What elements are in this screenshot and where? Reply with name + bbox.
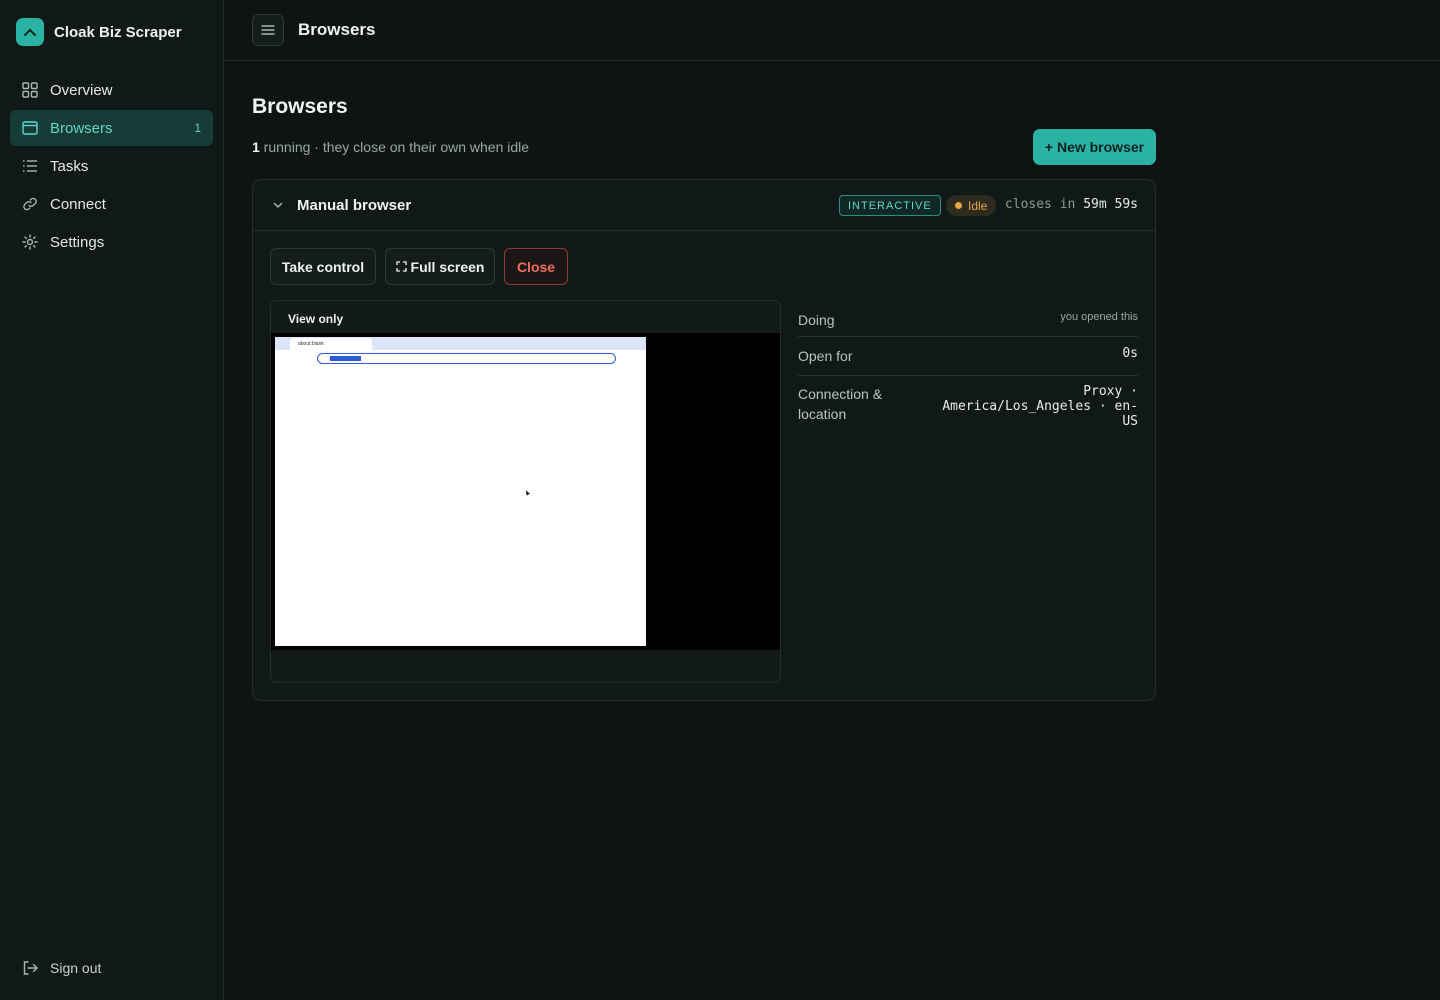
gear-icon [22, 234, 38, 250]
detail-row-open-for: Open for 0s [798, 337, 1138, 376]
browser-window-icon [22, 120, 38, 136]
detail-value: you opened this [1060, 311, 1138, 323]
brand[interactable]: Cloak Biz Scraper [16, 18, 182, 46]
browser-details: Doing you opened this Open for 0s Connec… [798, 300, 1138, 429]
sign-out-label: Sign out [50, 960, 102, 976]
topbar-title: Browsers [298, 20, 376, 39]
browser-viewer: View only about:blank [270, 300, 781, 683]
closes-prefix: closes in [1004, 197, 1076, 212]
list-icon [22, 158, 38, 174]
menu-toggle-button[interactable] [252, 14, 284, 46]
full-screen-button[interactable]: Full screen [385, 248, 495, 285]
logo-icon [16, 18, 44, 46]
sidebar-item-label: Tasks [50, 157, 89, 175]
close-browser-button[interactable]: Close [504, 248, 568, 285]
link-icon [22, 196, 38, 212]
sidebar: Cloak Biz Scraper Overview Browsers 1 Ta… [0, 0, 224, 1000]
detail-value: Proxy · America/Los_Angeles · en-US [942, 384, 1138, 429]
sidebar-item-label: Browsers [50, 119, 113, 137]
app-name: Cloak Biz Scraper [54, 23, 182, 41]
detail-label: Connection & location [798, 386, 883, 422]
page-subtitle: 1 running · they close on their own when… [252, 139, 529, 155]
screenshot-tab: about:blank [290, 338, 372, 350]
browser-screenshot: about:blank [275, 337, 646, 646]
screenshot-url-bar [317, 353, 616, 364]
subtitle-text: running · they close on their own when i… [259, 139, 530, 155]
live-screen: about:blank [271, 333, 780, 650]
sidebar-item-label: Connect [50, 195, 106, 213]
browser-card-header[interactable]: Manual browser INTERACTIVE Idle closes i… [253, 180, 1155, 231]
status-badge: Idle [946, 195, 997, 216]
sidebar-item-overview[interactable]: Overview [10, 72, 213, 108]
closes-value: 59m 59s [1083, 197, 1138, 212]
closes-timer: closes in 59m 59s [1005, 197, 1138, 212]
running-count: 1 [252, 139, 260, 155]
status-text: Idle [968, 198, 988, 213]
sidebar-item-tasks[interactable]: Tasks [10, 148, 213, 184]
sidebar-item-label: Settings [50, 233, 105, 251]
grid-icon [22, 82, 38, 98]
sign-out-icon [22, 960, 38, 976]
detail-label: Doing [798, 312, 835, 328]
chevron-down-icon[interactable] [271, 198, 285, 212]
view-only-label: View only [288, 312, 344, 326]
detail-row-connection: Connection & location Proxy · America/Lo… [798, 376, 1138, 429]
new-browser-button[interactable]: + New browser [1033, 129, 1156, 165]
topbar: Browsers [224, 0, 1440, 61]
sidebar-item-connect[interactable]: Connect [10, 186, 213, 222]
detail-value: 0s [1122, 346, 1138, 361]
sign-out-button[interactable]: Sign out [22, 960, 101, 976]
page-title: Browsers [252, 95, 348, 118]
screenshot-url-highlight [330, 356, 361, 361]
sidebar-item-label: Overview [50, 81, 113, 99]
detail-row-doing: Doing you opened this [798, 300, 1138, 337]
sidebar-nav: Overview Browsers 1 Tasks Connect Settin… [10, 72, 213, 262]
browser-name: Manual browser [297, 197, 412, 214]
mode-badge: INTERACTIVE [839, 195, 941, 216]
screenshot-tab-strip: about:blank [275, 337, 646, 350]
sidebar-item-settings[interactable]: Settings [10, 224, 213, 260]
count-badge: 1 [194, 121, 201, 135]
hamburger-icon [261, 25, 275, 35]
detail-label: Open for [798, 348, 853, 364]
status-dot-icon [955, 202, 962, 209]
mouse-cursor-icon [524, 489, 530, 496]
fullscreen-icon [395, 261, 407, 272]
sidebar-item-browsers[interactable]: Browsers 1 [10, 110, 213, 146]
take-control-button[interactable]: Take control [270, 248, 376, 285]
full-screen-label: Full screen [410, 258, 485, 275]
browser-card: Manual browser INTERACTIVE Idle closes i… [252, 179, 1156, 701]
